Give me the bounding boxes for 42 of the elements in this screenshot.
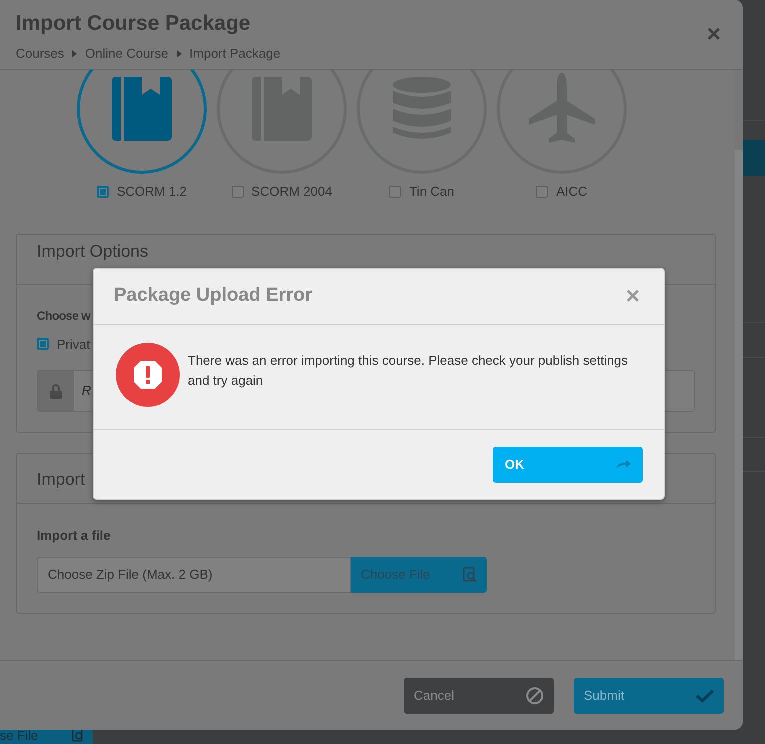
- field-label: Choose w: [37, 308, 90, 324]
- checkbox[interactable]: [37, 338, 49, 350]
- checkbox[interactable]: [232, 186, 244, 198]
- submit-button[interactable]: Submit: [574, 678, 724, 714]
- close-button[interactable]: ×: [626, 286, 640, 308]
- close-button[interactable]: ×: [706, 24, 721, 46]
- caret-icon: [72, 50, 78, 58]
- lock-icon: [50, 384, 62, 398]
- file-search-icon: [71, 728, 85, 742]
- checkbox[interactable]: [389, 186, 402, 198]
- format-option-circle[interactable]: [497, 70, 627, 174]
- error-icon: [116, 343, 180, 407]
- format-option-circle[interactable]: [217, 70, 347, 174]
- book-icon: [252, 77, 312, 141]
- format-option-circle[interactable]: [357, 70, 487, 174]
- file-search-icon: [463, 566, 477, 582]
- cancel-button[interactable]: Cancel: [404, 678, 554, 714]
- book-icon: [112, 77, 172, 141]
- window-title: Import Course Package: [16, 11, 251, 37]
- check-icon: [696, 688, 714, 702]
- breadcrumb-link[interactable]: Courses: [16, 44, 64, 64]
- checkbox[interactable]: [96, 186, 109, 198]
- breadcrumb-link[interactable]: Online Course: [85, 44, 169, 64]
- choose-file-button[interactable]: Choose File: [351, 556, 487, 592]
- checkbox-label: AICC: [556, 183, 588, 201]
- database-icon: [392, 77, 452, 141]
- checkbox-label: Tin Can: [409, 183, 455, 201]
- ok-button[interactable]: OK: [493, 446, 643, 482]
- cancel-icon: [526, 686, 544, 704]
- error-message: There was an error importing this course. Please check your publish settings and try again: [188, 352, 630, 390]
- checkbox-label: SCORM 2004: [252, 183, 332, 201]
- breadcrumb-link[interactable]: Import Package: [190, 44, 281, 64]
- format-option-circle[interactable]: [77, 70, 207, 174]
- arrow-icon: [615, 460, 631, 470]
- dialog-title: Package Upload Error: [114, 284, 313, 308]
- checkbox[interactable]: [536, 186, 548, 198]
- caret-icon: [176, 50, 182, 58]
- checkbox-label: Privat: [57, 336, 90, 354]
- airplane-icon: [529, 73, 595, 145]
- file-name-field[interactable]: Choose Zip File (Max. 2 GB): [37, 556, 351, 592]
- field-label: Import a file: [37, 527, 112, 545]
- checkbox-label: SCORM 1.2: [116, 183, 188, 201]
